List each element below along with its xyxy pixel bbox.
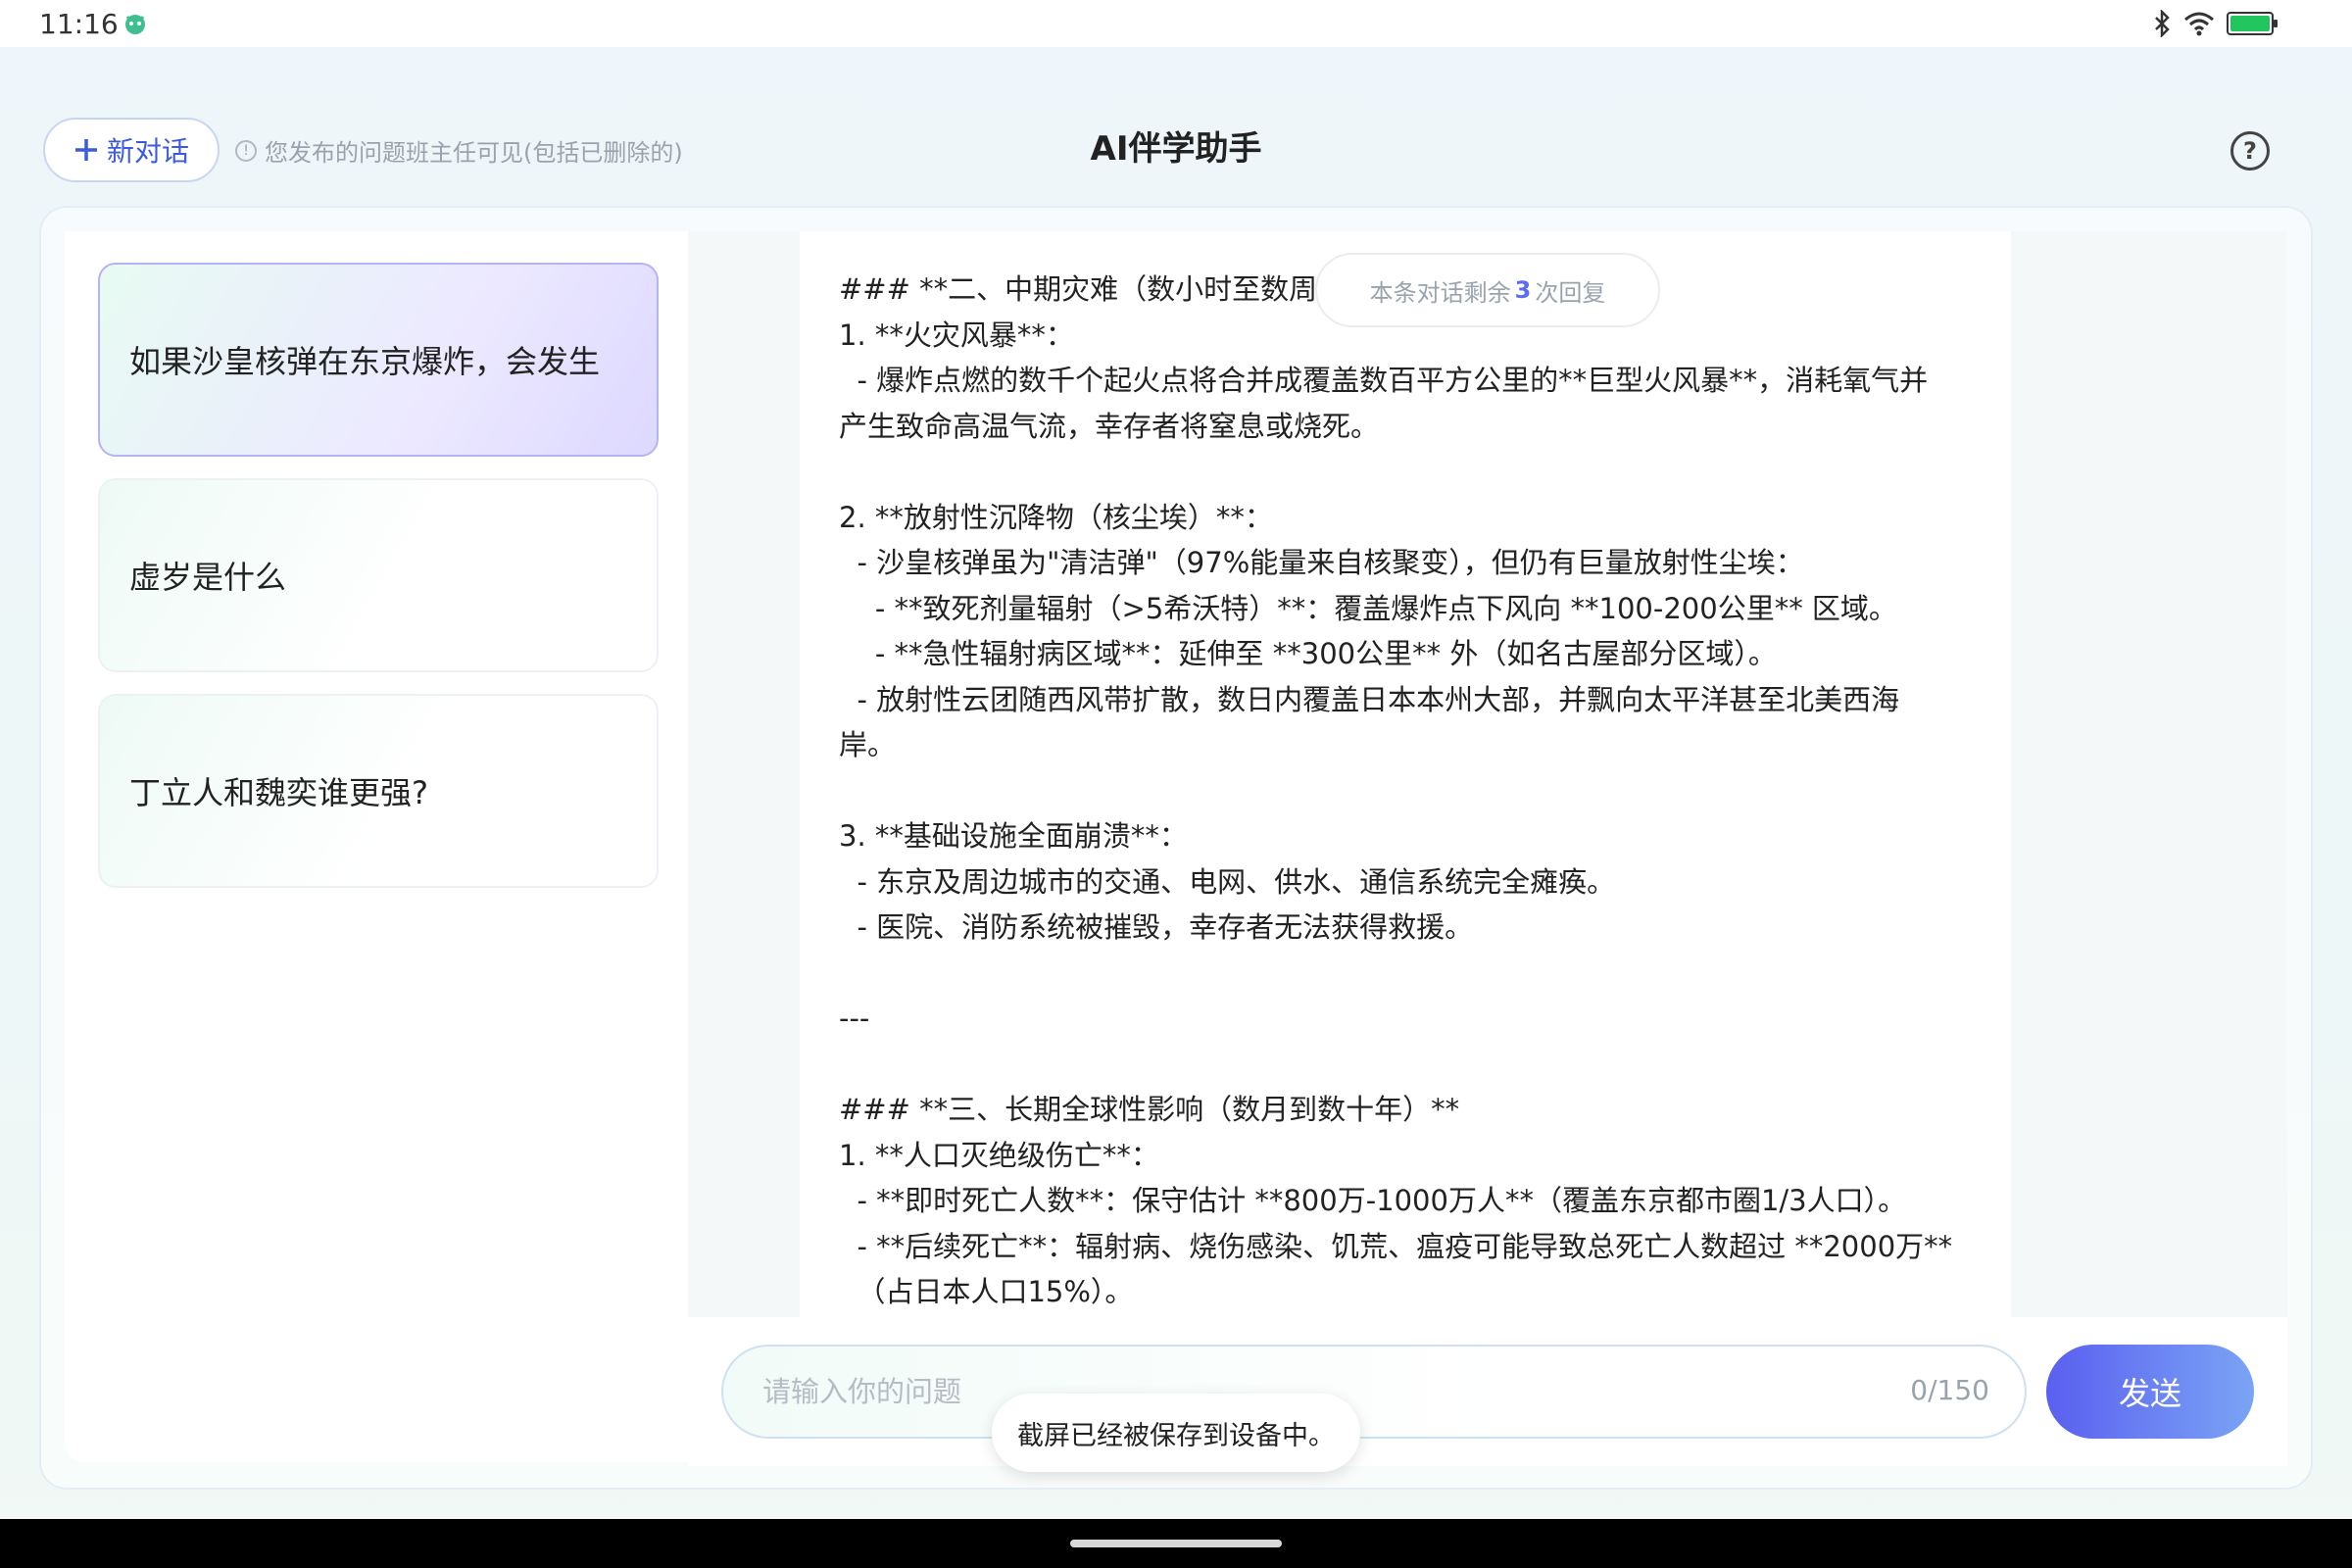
conversation-item[interactable]: 虚岁是什么 <box>98 478 659 672</box>
conversation-item-active[interactable]: 如果沙皇核弹在东京爆炸，会发生 <box>98 263 659 457</box>
page-title: AI伴学助手 <box>1090 129 1262 169</box>
help-icon[interactable]: ? <box>2230 131 2270 171</box>
message-line: 1. **人口灭绝级伤亡**： <box>839 1138 1159 1172</box>
wifi-icon <box>2184 12 2214 36</box>
remaining-replies-badge: 本条对话剩余 3 次回复 <box>1315 253 1660 327</box>
message-line: - 医院、消防系统被摧毁，幸存者无法获得救援。 <box>839 910 1474 944</box>
char-count: 0/150 <box>1910 1374 1989 1406</box>
message-line <box>839 449 1972 495</box>
bluetooth-icon <box>2155 10 2170 37</box>
battery-icon <box>2227 12 2278 35</box>
message-line <box>839 768 1972 814</box>
message-line: 2. **放射性沉降物（核尘埃）**： <box>839 500 1273 534</box>
message-line: 岸。 <box>839 728 897 761</box>
battery-level <box>2230 16 2270 31</box>
message-line: - 爆炸点燃的数千个起火点将合并成覆盖数百平方公里的**巨型火风暴**，消耗氧气… <box>839 364 1929 397</box>
chat-message[interactable]: ### **二、中期灾难（数小时至数周） 1. **火灾风暴**： - 爆炸点燃的… <box>800 231 2011 1317</box>
message-line: - 放射性云团随西风带扩散，数日内覆盖日本本州大部，并飘向太平洋甚至北美西海 <box>839 682 1900 716</box>
message-line <box>839 1042 1972 1088</box>
home-indicator[interactable] <box>1070 1540 1282 1547</box>
message-line: - 东京及周边城市的交通、电网、供水、通信系统完全瘫痪。 <box>839 864 1616 899</box>
screenshot-toast: 截屏已经被保存到设备中。 <box>992 1394 1360 1472</box>
conversation-item[interactable]: 丁立人和魏奕谁更强? <box>98 694 659 888</box>
remaining-suffix: 次回复 <box>1535 278 1606 307</box>
message-line: 3. **基础设施全面崩溃**： <box>839 819 1188 853</box>
remaining-prefix: 本条对话剩余 <box>1369 278 1511 307</box>
message-line: - **即时死亡人数**：保守估计 **800万-1000万人**（覆盖东京都市… <box>839 1184 1907 1217</box>
remaining-count: 3 <box>1514 276 1532 304</box>
message-line: ### **三、长期全球性影响（数月到数十年）** <box>839 1093 1460 1126</box>
status-icons <box>2152 10 2278 37</box>
conversation-title: 如果沙皇核弹在东京爆炸，会发生 <box>129 343 601 380</box>
message-line: 产生致命高温气流，幸存者将窒息或烧死。 <box>839 409 1380 443</box>
status-time: 11:16 <box>39 8 119 40</box>
message-line: --- <box>839 1002 870 1035</box>
message-line: - **后续死亡**：辐射病、烧伤感染、饥荒、瘟疫可能导致总死亡人数超过 **2… <box>839 1229 1953 1263</box>
question-input-box[interactable]: 0/150 <box>721 1345 2027 1439</box>
app-mascot-icon <box>125 15 145 34</box>
conversation-title: 丁立人和魏奕谁更强? <box>129 774 428 811</box>
message-line: - **急性辐射病区域**：延伸至 **300公里** 外（如名古屋部分区域）。 <box>839 637 1777 670</box>
status-bar: 11:16 <box>0 0 2352 47</box>
send-button[interactable]: 发送 <box>2046 1345 2254 1439</box>
message-line <box>839 951 1972 997</box>
conversation-title: 虚岁是什么 <box>129 559 287 596</box>
message-line: （占日本人口15%）。 <box>839 1275 1134 1308</box>
message-line: - **致死剂量辐射（>5希沃特）**：覆盖爆炸点下风向 **100-200公里… <box>839 591 1897 625</box>
message-line: - 沙皇核弹虽为"清洁弹"（97%能量来自核聚变），但仍有巨量放射性尘埃： <box>839 546 1804 579</box>
